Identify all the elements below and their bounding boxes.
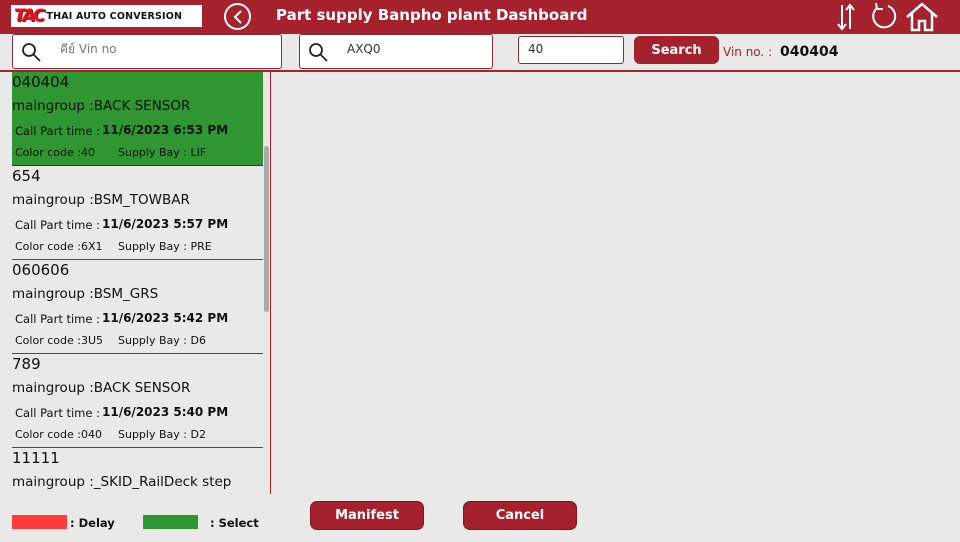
item-vin: 11111 — [12, 449, 60, 467]
sort-button[interactable] — [834, 2, 858, 36]
search-icon — [309, 43, 328, 62]
item-time: 11/6/2023 5:57 PM — [102, 217, 229, 231]
app-header: TAC THAI AUTO CONVERSION Part supply Ban… — [0, 0, 960, 34]
item-color-code: Color code :6X1 — [15, 240, 103, 253]
item-group: maingroup :BSM_GRS — [12, 286, 159, 302]
page-title: Part supply Banpho plant Dashboard — [276, 6, 588, 24]
item-group: maingroup :BACK SENSOR — [12, 380, 191, 396]
item-time-label: Call Part time : — [15, 406, 100, 420]
select-legend-label: : Select — [210, 516, 259, 530]
item-time-label: Call Part time : — [15, 312, 100, 326]
item-group: maingroup :BACK SENSOR — [12, 98, 191, 114]
select-legend-swatch — [143, 515, 198, 529]
item-color-code: Color code :3U5 — [15, 334, 103, 347]
manifest-button[interactable]: Manifest — [310, 501, 424, 530]
item-supply-bay: Supply Bay : PRE — [118, 240, 212, 253]
refresh-icon — [872, 2, 897, 29]
logo-text: THAI AUTO CONVERSION — [46, 10, 183, 22]
item-group: maingroup :_SKID_RailDeck step — [12, 474, 232, 490]
list-item[interactable]: 654 maingroup :BSM_TOWBAR Call Part time… — [12, 166, 263, 260]
vin-value: 040404 — [780, 44, 839, 60]
item-group: maingroup :BSM_TOWBAR — [12, 192, 190, 208]
item-supply-bay: Supply Bay : D2 — [118, 428, 206, 441]
call-list: 040404 maingroup :BACK SENSOR Call Part … — [0, 72, 271, 494]
list-item[interactable]: 040404 maingroup :BACK SENSOR Call Part … — [12, 72, 263, 166]
item-time: 11/6/2023 6:53 PM — [102, 123, 229, 137]
home-icon — [906, 2, 938, 32]
item-vin: 060606 — [12, 261, 70, 279]
item-supply-bay: Supply Bay : D6 — [118, 334, 206, 347]
delay-legend-swatch — [12, 515, 67, 529]
item-time-label: Call Part time : — [15, 124, 100, 138]
search-icon — [22, 43, 41, 62]
item-vin: 789 — [12, 355, 41, 373]
search-button[interactable]: Search — [634, 36, 719, 64]
vin-search-field[interactable] — [12, 34, 282, 69]
cancel-button[interactable]: Cancel — [463, 501, 577, 530]
code-search-field[interactable] — [299, 34, 517, 69]
item-vin: 040404 — [12, 73, 70, 91]
code-search-input[interactable] — [347, 42, 517, 56]
search-bar: Search Vin no. : 040404 — [0, 34, 960, 70]
company-logo: TAC THAI AUTO CONVERSION — [11, 5, 202, 27]
color-code-field[interactable] — [518, 36, 624, 64]
home-button[interactable] — [905, 2, 939, 36]
refresh-button[interactable] — [868, 2, 900, 36]
list-item[interactable]: 060606 maingroup :BSM_GRS Call Part time… — [12, 260, 263, 354]
list-scrollbar[interactable] — [264, 146, 269, 312]
back-button[interactable] — [224, 3, 251, 30]
list-item[interactable]: 789 maingroup :BACK SENSOR Call Part tim… — [12, 354, 263, 448]
back-icon — [233, 10, 242, 24]
vin-label: Vin no. : — [723, 45, 773, 59]
item-time-label: Call Part time : — [15, 218, 100, 232]
sort-icon — [837, 3, 855, 31]
item-time: 11/6/2023 5:40 PM — [102, 405, 229, 419]
delay-legend-label: : Delay — [70, 516, 115, 530]
logo-mark: TAC — [14, 5, 45, 26]
list-item[interactable]: 11111 maingroup :_SKID_RailDeck step — [12, 448, 263, 494]
item-vin: 654 — [12, 167, 41, 185]
vin-search-input[interactable] — [60, 42, 230, 56]
item-color-code: Color code :040 — [15, 428, 102, 441]
item-color-code: Color code :40 — [15, 146, 95, 159]
item-time: 11/6/2023 5:42 PM — [102, 311, 229, 325]
item-supply-bay: Supply Bay : LIF — [118, 146, 207, 159]
color-code-input[interactable] — [528, 42, 618, 56]
